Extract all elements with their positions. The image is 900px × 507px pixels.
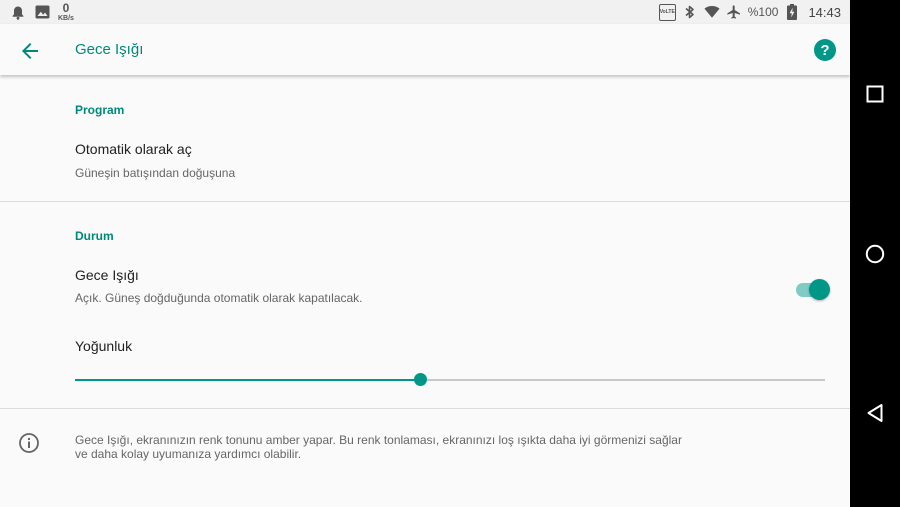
recents-button[interactable] <box>863 82 887 106</box>
back-button[interactable] <box>18 39 42 63</box>
slider-thumb[interactable] <box>414 373 427 386</box>
program-category-header: Program <box>75 103 125 117</box>
battery-charging-icon <box>784 4 800 20</box>
section-divider-info <box>0 408 850 409</box>
page-title: Gece Işığı <box>75 41 144 58</box>
help-button[interactable]: ? <box>814 39 836 61</box>
intensity-slider[interactable] <box>75 368 825 392</box>
clock: 14:43 <box>808 4 841 20</box>
slider-fill <box>75 379 420 381</box>
wifi-icon <box>704 4 720 20</box>
network-speed-value: 0 <box>62 0 70 15</box>
auto-on-title: Otomatik olarak aç <box>75 141 192 157</box>
back-triangle-icon <box>867 404 883 422</box>
help-icon: ? <box>820 41 830 59</box>
nav-back-button[interactable] <box>863 401 887 425</box>
arrow-left-icon <box>22 43 38 59</box>
volte-icon: VoLTE <box>658 3 676 21</box>
night-light-title: Gece Işığı <box>75 267 139 283</box>
home-button[interactable] <box>863 242 887 266</box>
navigation-bar <box>850 0 900 507</box>
battery-percent: %100 <box>747 5 779 19</box>
network-speed-unit: KB/s <box>58 14 74 22</box>
bluetooth-icon <box>682 4 698 20</box>
night-light-summary: Açık. Güneş doğduğunda otomatik olarak k… <box>75 291 363 305</box>
image-icon <box>34 4 50 20</box>
info-description: Gece Işığı, ekranınızın renk tonunu ambe… <box>75 433 682 461</box>
section-divider <box>0 201 850 202</box>
settings-screen: 0 KB/s VoLTE %100 14:43 Gece Işığı ? Pro… <box>0 0 850 507</box>
intensity-title: Yoğunluk <box>75 338 133 354</box>
status-category-header: Durum <box>75 229 114 243</box>
status-bar: 0 KB/s VoLTE %100 14:43 <box>0 0 850 24</box>
network-speed: 0 KB/s <box>58 2 74 23</box>
toggle-thumb <box>809 279 830 300</box>
notification-bell-icon <box>10 4 26 20</box>
volte-label: VoLTE <box>659 8 675 15</box>
night-light-toggle[interactable] <box>794 278 830 302</box>
auto-on-summary: Güneşin batışından doğuşuna <box>75 166 236 180</box>
app-bar: Gece Işığı ? <box>0 24 850 75</box>
night-light-preference[interactable]: Gece Işığı Açık. Güneş doğduğunda otomat… <box>0 256 850 316</box>
recents-square-icon <box>866 85 884 103</box>
airplane-icon <box>726 4 742 20</box>
home-circle-icon <box>865 244 885 264</box>
auto-on-preference[interactable]: Otomatik olarak aç Güneşin batışından do… <box>0 128 850 198</box>
info-icon <box>18 432 40 454</box>
